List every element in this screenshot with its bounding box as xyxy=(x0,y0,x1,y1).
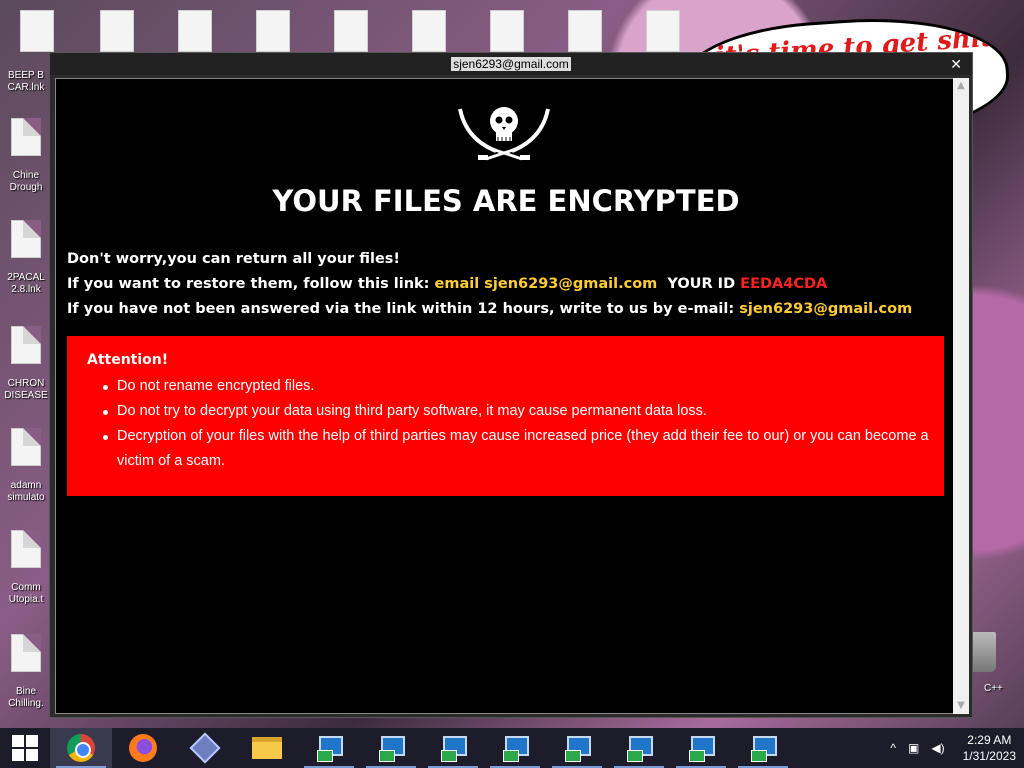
ransom-note-window: sjen6293@gmail.com ✕ YOUR FILES ARE ENCR… xyxy=(49,52,973,718)
taskbar: ^ ▣ ◀) 2:29 AM 1/31/2023 xyxy=(0,728,1024,768)
desktop-icon-label: BEEP B CAR.lnk xyxy=(7,70,45,93)
setup-icon xyxy=(687,734,715,762)
taskbar-firefox[interactable] xyxy=(112,728,174,768)
recycle-bin-label: C++ xyxy=(984,683,1003,694)
desktop-icon-label: 2PACAL 2.8.lnk xyxy=(7,272,45,295)
desktop-shortcut-bine[interactable]: Bine Chilling. xyxy=(0,626,52,726)
attention-title: Attention! xyxy=(87,352,169,368)
taskbar-chrome[interactable] xyxy=(50,728,112,768)
taskbar-setup-4[interactable] xyxy=(484,728,546,768)
setup-icon xyxy=(563,734,591,762)
file-icon xyxy=(11,118,41,156)
taskbar-setup-2[interactable] xyxy=(360,728,422,768)
desktop-icon-label: Comm Utopia.t xyxy=(8,582,44,605)
system-tray: ^ ▣ ◀) 2:29 AM 1/31/2023 xyxy=(890,728,1016,768)
restore-prefix: If you want to restore them, follow this… xyxy=(67,276,430,292)
headline: YOUR FILES ARE ENCRYPTED xyxy=(272,184,740,218)
list-item: Decryption of your files with the help o… xyxy=(87,424,944,474)
taskbar-visual-studio[interactable] xyxy=(174,728,236,768)
fallback-email: sjen6293@gmail.com xyxy=(739,301,913,317)
visual-studio-icon xyxy=(189,732,221,764)
file-icon xyxy=(11,326,41,364)
setup-icon xyxy=(377,734,405,762)
taskbar-setup-5[interactable] xyxy=(546,728,608,768)
attention-box: Attention! Do not rename encrypted files… xyxy=(67,336,944,496)
desktop-file-icon[interactable] xyxy=(100,10,134,52)
file-icon xyxy=(11,634,41,672)
victim-id: EEDA4CDA xyxy=(740,276,828,292)
desktop-icon-label: adamn simulato xyxy=(7,480,45,503)
desktop-file-icon[interactable] xyxy=(412,10,446,52)
clock-date: 1/31/2023 xyxy=(962,749,1016,763)
scroll-up-icon[interactable]: ▲ xyxy=(953,78,969,94)
skull-crossed-swords-icon xyxy=(458,107,550,161)
setup-icon xyxy=(625,734,653,762)
start-button[interactable] xyxy=(0,728,50,768)
desktop-shortcut-beep[interactable]: BEEP B CAR.lnk xyxy=(0,10,52,110)
desktop-shortcut-chron[interactable]: CHRON DISEASE xyxy=(0,318,52,418)
desktop-file-icon[interactable] xyxy=(256,10,290,52)
desktop-shortcut-adamn[interactable]: adamn simulato xyxy=(0,420,52,520)
chrome-icon xyxy=(67,734,95,762)
clock-time: 2:29 AM xyxy=(967,733,1012,747)
file-icon xyxy=(11,220,41,258)
chevron-up-icon[interactable]: ^ xyxy=(890,741,896,755)
desktop-icon-label: CHRON DISEASE xyxy=(4,378,48,401)
desktop-file-icon[interactable] xyxy=(490,10,524,52)
scroll-down-icon[interactable]: ▼ xyxy=(953,698,969,714)
restore-email-link[interactable]: email sjen6293@gmail.com xyxy=(435,276,658,292)
folder-icon xyxy=(252,737,282,759)
file-icon xyxy=(11,428,41,466)
desktop-file-icon[interactable] xyxy=(178,10,212,52)
desktop-shortcut-2pacal[interactable]: 2PACAL 2.8.lnk xyxy=(0,212,52,312)
attention-list: Do not rename encrypted files. Do not tr… xyxy=(87,374,944,474)
desktop-icon-label: Bine Chilling. xyxy=(8,686,44,709)
fallback-prefix: If you have not been answered via the li… xyxy=(67,301,735,317)
setup-icon xyxy=(439,734,467,762)
taskbar-setup-6[interactable] xyxy=(608,728,670,768)
taskbar-setup-3[interactable] xyxy=(422,728,484,768)
desktop-file-icon[interactable] xyxy=(334,10,368,52)
reassurance-text: Don't worry,you can return all your file… xyxy=(67,251,401,267)
id-label: YOUR ID xyxy=(667,276,736,292)
desktop-icon-label: Chine Drough xyxy=(9,170,43,193)
network-icon[interactable]: ▣ xyxy=(908,741,919,755)
windows-logo-icon xyxy=(12,735,38,761)
file-icon xyxy=(11,530,41,568)
clock[interactable]: 2:29 AM 1/31/2023 xyxy=(963,732,1016,764)
setup-icon xyxy=(315,734,343,762)
desktop-shortcut-comm[interactable]: Comm Utopia.t xyxy=(0,522,52,622)
list-item: Do not try to decrypt your data using th… xyxy=(87,399,944,424)
desktop-file-icon[interactable] xyxy=(568,10,602,52)
window-title: sjen6293@gmail.com xyxy=(451,57,571,71)
restore-instructions: If you want to restore them, follow this… xyxy=(67,276,827,292)
taskbar-file-explorer[interactable] xyxy=(236,728,298,768)
setup-icon xyxy=(749,734,777,762)
list-item: Do not rename encrypted files. xyxy=(87,374,944,399)
window-titlebar[interactable]: sjen6293@gmail.com xyxy=(50,53,972,75)
fallback-instructions: If you have not been answered via the li… xyxy=(67,301,912,317)
vertical-scrollbar[interactable]: ▲ ▼ xyxy=(953,78,969,714)
firefox-icon xyxy=(129,734,157,762)
desktop-shortcut-chine[interactable]: Chine Drough xyxy=(0,110,52,210)
taskbar-setup-8[interactable] xyxy=(732,728,794,768)
desktop-file-icon[interactable] xyxy=(646,10,680,52)
taskbar-setup-1[interactable] xyxy=(298,728,360,768)
setup-icon xyxy=(501,734,529,762)
taskbar-setup-7[interactable] xyxy=(670,728,732,768)
volume-icon[interactable]: ◀) xyxy=(931,741,944,755)
ransom-note-content: YOUR FILES ARE ENCRYPTED Don't worry,you… xyxy=(55,78,955,714)
close-button[interactable]: ✕ xyxy=(950,57,962,73)
